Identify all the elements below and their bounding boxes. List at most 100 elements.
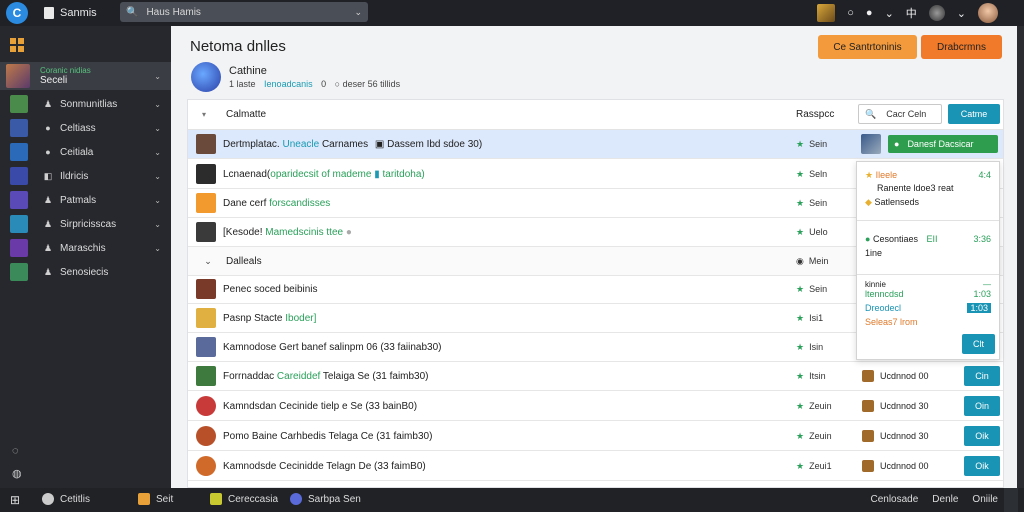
page-title: Netoma dnlles xyxy=(190,38,286,55)
row-status: ★ Isin xyxy=(796,341,824,352)
collection-header: Cathine 1 laste Ienoadcanis 0 ○ deser 56… xyxy=(191,62,400,92)
settings-icon[interactable]: 中 xyxy=(906,5,917,21)
row-title: Pomo Baine Carhbedis Telaga Ce (31 faimb… xyxy=(223,430,433,442)
app-title[interactable]: Sanmis xyxy=(44,7,97,19)
chat-icon: ● xyxy=(45,147,51,157)
collection-badge[interactable]: Ienoadcanis xyxy=(264,79,313,89)
top-bar: C Sanmis 🔍 ⌄ ○ ● ⌄ 中 ⌄ xyxy=(0,0,1024,26)
coin-icon xyxy=(862,400,874,412)
game-thumb-icon[interactable] xyxy=(817,4,836,22)
row-badge: Ucdnnod 30 xyxy=(862,430,929,442)
table-row[interactable]: Dertmplatac. Uneacle Carnames ▣ Dassem I… xyxy=(188,130,1003,159)
sidebar-item-6[interactable]: ♟ Sirpricisscas ⌄ xyxy=(0,212,171,236)
filter-field[interactable]: 🔍 Cacr Celn xyxy=(858,104,942,124)
row-status: ★ Sein xyxy=(796,283,828,294)
tray-item[interactable]: Oniile xyxy=(972,494,998,505)
row-open-button[interactable]: Oik xyxy=(964,456,1000,476)
chevron-down-icon: ⌄ xyxy=(154,243,161,253)
row-status: ★ Sein xyxy=(796,138,828,149)
sidebar-item-8[interactable]: ♟ Senosiecis xyxy=(0,260,171,284)
row-title: [Kesode! Mamedscinis ttee ● xyxy=(223,226,352,238)
sidebar-item-3[interactable]: ● Ceitiala ⌄ xyxy=(0,140,171,164)
record-icon[interactable]: ● xyxy=(866,7,873,19)
row-status: ◉ Mein xyxy=(796,255,829,266)
taskbar-item-4[interactable]: Sarbpa Sen xyxy=(290,493,361,505)
circle-icon[interactable]: ○ xyxy=(847,7,854,19)
sidebar-item-2[interactable]: ● Celtiass ⌄ xyxy=(0,116,171,140)
row-status: ★ Itsin xyxy=(796,370,826,381)
game-thumb-icon xyxy=(10,191,28,209)
settings-icon[interactable]: ◍ xyxy=(12,467,22,480)
sidebar-item-7[interactable]: ♟ Maraschis ⌄ xyxy=(0,236,171,260)
column-name[interactable]: Calmatte xyxy=(226,109,266,120)
row-status: ★ Isi1 xyxy=(796,312,824,323)
item-thumb-icon xyxy=(196,193,216,213)
sort-caret-icon[interactable]: ▾ xyxy=(202,110,206,119)
sidebar-item-active[interactable]: Coranic nidias Seceli ⌄ xyxy=(0,62,171,90)
star-icon: ★ xyxy=(796,400,805,411)
row-status: ★ Uelo xyxy=(796,226,828,237)
friend-avatar-icon[interactable] xyxy=(928,5,945,21)
bar-icon: ▮ xyxy=(374,168,380,180)
popover-link[interactable]: Satlenseds xyxy=(874,197,919,207)
filter-placeholder: Cacr Celn xyxy=(886,109,927,119)
item-thumb-icon xyxy=(196,396,216,416)
star-icon: ★ xyxy=(796,226,805,237)
search-input[interactable] xyxy=(146,6,355,18)
row-action-button[interactable]: ● Danesf Dacsicar xyxy=(888,135,998,153)
star-icon: ★ xyxy=(796,341,805,352)
table-row[interactable]: Pomo Baine Carhbedis Telaga Ce (31 faimb… xyxy=(188,422,1003,451)
sidebar-item-4[interactable]: ◧ Ildricis ⌄ xyxy=(0,164,171,188)
table-row[interactable]: Forrnaddac Careiddef Telaiga Se (31 faim… xyxy=(188,362,1003,391)
secondary-action-button[interactable]: Drabcrmns xyxy=(921,35,1002,59)
sidebar-item-1[interactable]: ♟ Sonmunitlias ⌄ xyxy=(0,92,171,116)
taskbar-item-3[interactable]: Cereccasia xyxy=(210,493,278,505)
chevron-down-icon: ⌄ xyxy=(154,99,161,109)
row-title: Penec soced beibinis xyxy=(223,283,318,295)
vertical-scrollbar[interactable] xyxy=(1017,26,1024,488)
popover-button[interactable]: Clt xyxy=(962,334,995,354)
collection-detail: deser 56 tillids xyxy=(342,79,401,89)
taskbar-item-1[interactable]: Cetitlis xyxy=(42,493,90,505)
chevron-down-icon[interactable]: ⌄ xyxy=(885,7,894,20)
taskbar-item-2[interactable]: Seit xyxy=(138,493,173,505)
game-thumb-icon xyxy=(10,215,28,233)
search-box[interactable]: 🔍 ⌄ xyxy=(120,2,368,22)
taskbar: ⊞ Cetitlis Seit Cereccasia Sarbpa Sen Ce… xyxy=(0,488,1024,512)
game-thumb-icon xyxy=(10,119,28,137)
row-open-button[interactable]: Oik xyxy=(964,426,1000,446)
search-icon: 🔍 xyxy=(865,108,877,119)
table-row[interactable]: Kamndsdan Cecinide tielp e Se (33 bainB0… xyxy=(188,392,1003,421)
top-icon-tray: ○ ● ⌄ 中 ⌄ xyxy=(817,3,998,23)
tray-item[interactable]: Denle xyxy=(932,494,958,505)
collection-meta: 1 laste Ienoadcanis 0 ○ deser 56 tillids xyxy=(229,79,400,89)
row-title: Pasnp Stacte Iboder] xyxy=(223,312,317,324)
chevron-down-icon[interactable]: ⌄ xyxy=(957,7,966,20)
primary-action-button[interactable]: Ce Santrtoninis xyxy=(818,35,917,59)
user-avatar[interactable] xyxy=(978,3,998,23)
chevron-down-icon: ⌄ xyxy=(154,147,161,157)
row-open-button[interactable]: Cin xyxy=(964,366,1000,386)
column-response[interactable]: Rasspcc xyxy=(796,109,834,120)
details-popover: ★ Ileele 4:4 Ranente ldoe3 reat ◆ Satlen… xyxy=(856,161,1000,360)
home-grid-icon[interactable] xyxy=(10,38,24,52)
sidebar-active-tag: Coranic nidias xyxy=(40,66,91,75)
star-icon: ★ xyxy=(796,283,805,294)
filter-go-button[interactable]: Catme xyxy=(948,104,1000,124)
help-icon[interactable]: ◌ xyxy=(12,445,22,457)
table-row[interactable]: Kamnodsde Cecinidde Telagn De (33 faimB0… xyxy=(188,452,1003,481)
row-title: Dertmplatac. Uneacle Carnames ▣ Dassem I… xyxy=(223,138,483,150)
app-title-label: Sanmis xyxy=(60,7,97,19)
row-open-button[interactable]: Oin xyxy=(964,396,1000,416)
taskbar-scroll[interactable] xyxy=(1004,488,1018,512)
row-badge: Ucdnnod 30 xyxy=(862,400,929,412)
app-icon xyxy=(138,493,150,505)
user-icon: ♟ xyxy=(43,98,53,109)
item-thumb-icon xyxy=(196,134,216,154)
app-logo-icon[interactable]: C xyxy=(6,2,28,24)
chevron-down-icon[interactable]: ⌄ xyxy=(354,7,362,18)
tray-item[interactable]: Cenlosade xyxy=(870,494,918,505)
start-icon[interactable]: ⊞ xyxy=(10,493,20,507)
user-icon: ♟ xyxy=(43,194,53,205)
sidebar-item-5[interactable]: ♟ Patmals ⌄ xyxy=(0,188,171,212)
